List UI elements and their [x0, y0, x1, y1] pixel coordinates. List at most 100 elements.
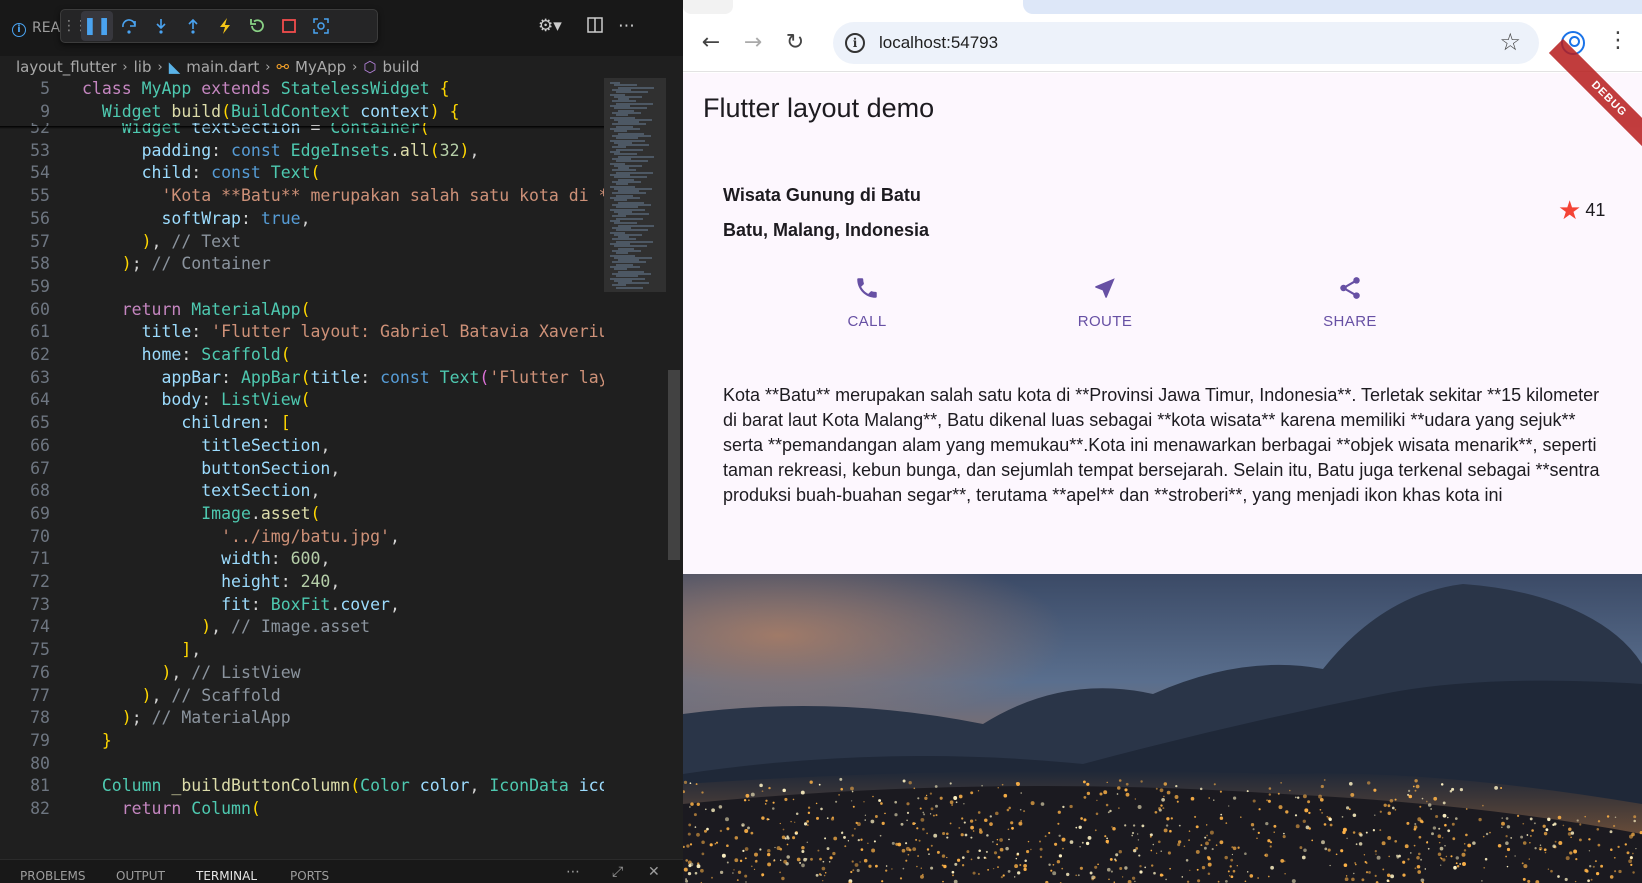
run-debug-icon[interactable]: ⚙▾	[538, 16, 562, 36]
code-line[interactable]: 65 children: [	[0, 411, 604, 435]
city-light	[1066, 872, 1070, 877]
city-light	[806, 824, 809, 827]
maximize-icon[interactable]: ⤢	[612, 864, 623, 880]
code-line[interactable]: 68 textSection,	[0, 479, 604, 503]
back-icon[interactable]: ←	[697, 30, 725, 58]
code-line[interactable]: 75 ],	[0, 638, 604, 662]
city-light	[701, 840, 705, 845]
code-line[interactable]: 74 ), // Image.asset	[0, 615, 604, 639]
sticky-scroll-line[interactable]: 5 class MyApp extends StatelessWidget {	[0, 78, 604, 101]
code-line[interactable]: 78 ); // MaterialApp	[0, 706, 604, 730]
line-number: 67	[30, 458, 50, 478]
code-line[interactable]: 63 appBar: AppBar(title: const Text('Flu…	[0, 366, 604, 390]
code-line[interactable]: 77 ), // Scaffold	[0, 684, 604, 708]
tab-output[interactable]: OUTPUT	[116, 869, 165, 883]
city-light	[1414, 822, 1417, 826]
step-into-icon[interactable]	[145, 11, 177, 41]
code-line[interactable]: 60 return MaterialApp(	[0, 298, 604, 322]
code-line[interactable]: 76 ), // ListView	[0, 661, 604, 685]
city-light	[961, 864, 965, 867]
city-light	[696, 802, 700, 806]
city-light	[1069, 804, 1073, 809]
code-line[interactable]: 70 '../img/batu.jpg',	[0, 525, 604, 549]
code-line[interactable]: 69 Image.asset(	[0, 502, 604, 526]
code-line[interactable]: 54 child: const Text(	[0, 161, 604, 185]
city-light	[1543, 848, 1547, 852]
code-line[interactable]: 62 home: Scaffold(	[0, 343, 604, 367]
code-line[interactable]: 59	[0, 275, 604, 299]
city-light	[1505, 841, 1509, 845]
city-light	[782, 828, 785, 831]
restart-icon[interactable]	[241, 11, 273, 41]
pause-icon[interactable]: ❚❚	[81, 11, 113, 41]
more-actions-icon[interactable]: ⋯	[566, 864, 580, 880]
city-light	[1005, 846, 1009, 851]
url-text[interactable]: localhost:54793	[879, 33, 998, 53]
inspect-icon[interactable]	[305, 11, 337, 41]
close-icon[interactable]: ✕	[648, 864, 660, 880]
editor-tab[interactable]: i REA	[12, 20, 60, 37]
code-line[interactable]: 71 width: 600,	[0, 547, 604, 571]
line-number: 76	[30, 662, 50, 682]
address-bar[interactable]: i localhost:54793 ☆	[833, 22, 1539, 64]
city-light	[920, 874, 924, 879]
forward-icon[interactable]: →	[739, 30, 767, 58]
code-line[interactable]: 72 height: 240,	[0, 570, 604, 594]
city-light	[1629, 834, 1633, 839]
breadcrumb-item[interactable]: lib	[134, 58, 152, 76]
code-line[interactable]: 56 softWrap: true,	[0, 207, 604, 231]
breadcrumb-item[interactable]: layout_flutter	[16, 58, 116, 76]
split-editor-icon[interactable]	[586, 16, 604, 39]
call-button[interactable]: CALL	[807, 271, 927, 330]
scrollbar-thumb[interactable]	[668, 370, 680, 560]
drag-handle-icon[interactable]: ⋮⋮	[62, 11, 88, 41]
code-line[interactable]: 79 }	[0, 729, 604, 753]
code-text: home: Scaffold(	[141, 345, 291, 364]
code-line[interactable]: 53 padding: const EdgeInsets.all(32),	[0, 139, 604, 163]
code-line[interactable]: 66 titleSection,	[0, 434, 604, 458]
city-light	[917, 797, 920, 800]
code-line[interactable]: 64 body: ListView(	[0, 388, 604, 412]
code-text: softWrap: true,	[161, 208, 311, 228]
code-line[interactable]: 80	[0, 752, 604, 776]
more-actions-icon[interactable]: ⋯	[618, 16, 635, 36]
code-line[interactable]: 61 title: 'Flutter layout: Gabriel Batav…	[0, 320, 604, 344]
code-line[interactable]: 55 'Kota **Batu** merupakan salah satu k…	[0, 184, 604, 208]
step-out-icon[interactable]	[177, 11, 209, 41]
city-light	[1115, 853, 1119, 857]
tab-ports[interactable]: PORTS	[290, 869, 329, 883]
step-over-icon[interactable]	[113, 11, 145, 41]
route-button[interactable]: ROUTE	[1045, 271, 1165, 330]
bookmark-star-icon[interactable]: ☆	[1499, 28, 1521, 56]
city-light	[711, 876, 713, 879]
code-line[interactable]: 82 return Column(	[0, 797, 604, 821]
city-light	[1099, 792, 1103, 796]
sticky-scroll-line[interactable]: 9 Widget build(BuildContext context) {	[0, 99, 604, 124]
city-light	[1176, 800, 1179, 803]
breadcrumb-item[interactable]: MyApp	[295, 58, 346, 76]
line-number: 74	[30, 617, 50, 637]
code-line[interactable]: 58 ); // Container	[0, 252, 604, 276]
tab-terminal[interactable]: TERMINAL	[196, 869, 257, 883]
chevron-right-icon: ›	[265, 59, 271, 75]
code-line[interactable]: 67 buttonSection,	[0, 457, 604, 481]
breadcrumb-item[interactable]: main.dart	[186, 58, 259, 76]
breadcrumb-item[interactable]: build	[382, 58, 419, 76]
site-info-icon[interactable]: i	[845, 33, 865, 53]
more-vert-icon[interactable]: ⋮	[1607, 28, 1629, 53]
code-line[interactable]: 81 Column _buildButtonColumn(Color color…	[0, 774, 604, 798]
city-light	[1416, 865, 1421, 869]
share-button[interactable]: SHARE	[1290, 271, 1410, 330]
code-editor[interactable]: 52 Widget textSection = Container(53 pad…	[0, 78, 604, 859]
reload-icon[interactable]: ↻	[781, 30, 809, 58]
star-icon[interactable]: ★	[1558, 197, 1581, 223]
line-number: 53	[30, 140, 50, 160]
minimap[interactable]	[604, 78, 666, 859]
editor-scrollbar[interactable]	[666, 78, 680, 859]
hot-reload-icon[interactable]	[209, 11, 241, 41]
stop-icon[interactable]	[273, 11, 305, 41]
browser-tab[interactable]	[683, 0, 733, 14]
tab-problems[interactable]: PROBLEMS	[20, 869, 86, 883]
code-line[interactable]: 57 ), // Text	[0, 230, 604, 254]
code-line[interactable]: 73 fit: BoxFit.cover,	[0, 593, 604, 617]
